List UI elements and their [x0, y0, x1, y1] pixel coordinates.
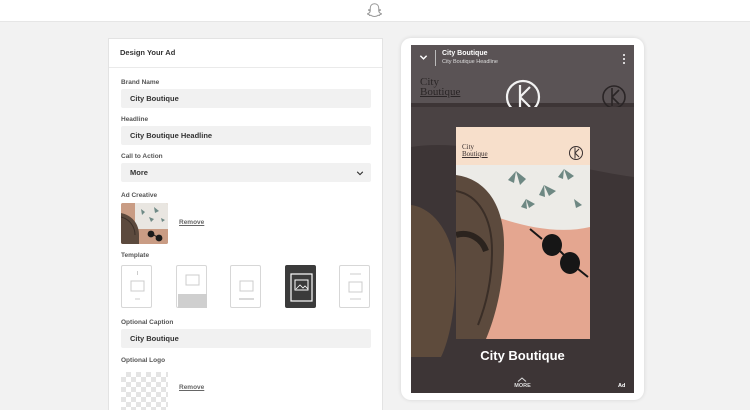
chevron-down-icon[interactable]	[419, 53, 428, 62]
optional-logo-label: Optional Logo	[121, 357, 166, 364]
template-option-5[interactable]	[339, 265, 370, 308]
optional-logo-placeholder[interactable]	[121, 372, 168, 410]
preview-header-title: City Boutique	[442, 50, 488, 57]
ad-creative-label: Ad Creative	[121, 192, 158, 199]
preview-brand-wordmark: City Boutique	[420, 77, 461, 98]
chevron-down-icon	[356, 171, 364, 176]
template-option-3[interactable]	[230, 265, 261, 308]
preview-caption: City Boutique	[480, 348, 565, 363]
template-3-icon	[239, 280, 254, 300]
snapchat-ghost-icon[interactable]	[366, 2, 383, 19]
top-bar	[0, 0, 750, 22]
call-to-action-select[interactable]: More	[121, 163, 371, 182]
ad-preview-phone: City Boutique City Boutique Headline Cit…	[401, 38, 644, 400]
call-to-action-value: More	[130, 168, 148, 177]
call-to-action-label: Call to Action	[121, 153, 163, 160]
template-label: Template	[121, 252, 150, 259]
card-brand-line-2: Boutique	[462, 149, 488, 158]
panel-divider	[109, 67, 382, 68]
optional-caption-input[interactable]: City Boutique	[121, 329, 371, 348]
remove-creative-link[interactable]: Remove	[179, 219, 204, 226]
ad-creative-thumbnail[interactable]	[121, 203, 168, 244]
card-brand-wordmark: City Boutique	[462, 144, 488, 157]
template-option-1[interactable]	[121, 265, 152, 308]
more-options-icon[interactable]	[622, 53, 626, 65]
brand-name-input[interactable]: City Boutique	[121, 89, 371, 108]
ad-tag-badge: Ad	[618, 383, 626, 389]
preview-cta-more[interactable]: MORE	[411, 383, 634, 389]
headline-label: Headline	[121, 116, 149, 123]
card-logo-icon	[569, 146, 583, 160]
brand-name-label: Brand Name	[121, 79, 160, 86]
chevron-up-icon	[517, 377, 527, 382]
template-1-icon	[130, 271, 145, 300]
template-option-2[interactable]	[176, 265, 207, 308]
template-2-icon	[178, 274, 207, 308]
header-divider	[435, 50, 436, 66]
optional-caption-label: Optional Caption	[121, 319, 174, 326]
panel-title: Design Your Ad	[120, 48, 176, 57]
remove-logo-link[interactable]: Remove	[179, 384, 204, 391]
template-option-4[interactable]	[285, 265, 316, 308]
template-5-icon	[348, 273, 363, 300]
ad-preview-screen: City Boutique City Boutique Headline Cit…	[411, 45, 634, 393]
preview-header-subtitle: City Boutique Headline	[442, 59, 498, 65]
headline-input[interactable]: City Boutique Headline	[121, 126, 371, 145]
brand-line-2: Boutique	[420, 86, 461, 98]
template-4-icon	[290, 273, 313, 302]
ad-creative-card: City Boutique	[456, 127, 590, 339]
design-ad-panel: Design Your Ad Brand Name City Boutique …	[108, 38, 383, 410]
card-product-photo	[456, 165, 590, 339]
